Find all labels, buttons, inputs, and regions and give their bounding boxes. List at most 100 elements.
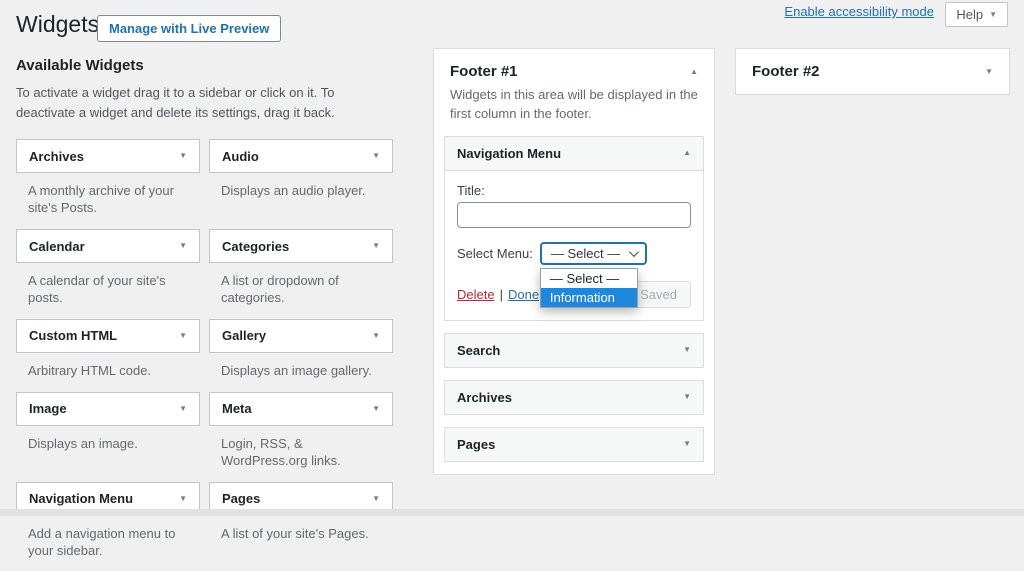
select-menu-wrapper: — Select — — Select — Information <box>540 242 647 265</box>
widget-card-label: Gallery <box>222 328 266 343</box>
widget-card-label: Calendar <box>29 239 85 254</box>
widget-card-meta[interactable]: Meta ▼ <box>209 392 393 426</box>
select-menu-dropdown[interactable]: — Select — <box>540 242 647 265</box>
widget-card-description: A monthly archive of your site's Posts. <box>28 183 188 217</box>
navigation-menu-widget-header[interactable]: Navigation Menu ▲ <box>445 137 703 170</box>
manage-live-preview-button[interactable]: Manage with Live Preview <box>97 15 281 42</box>
chevron-down-icon[interactable]: ▼ <box>179 495 187 503</box>
widget-card-gallery[interactable]: Gallery ▼ <box>209 319 393 353</box>
chevron-down-icon[interactable]: ▼ <box>372 405 380 413</box>
footer1-panel: Footer #1 ▲ Widgets in this area will be… <box>433 48 715 475</box>
chevron-down-icon[interactable]: ▼ <box>179 332 187 340</box>
available-widgets-grid: Archives ▼ A monthly archive of your sit… <box>16 139 394 571</box>
widget-card-audio[interactable]: Audio ▼ <box>209 139 393 173</box>
chevron-down-icon[interactable]: ▼ <box>179 152 187 160</box>
title-input[interactable] <box>457 202 691 228</box>
available-widget-pages: Pages ▼ A list of your site's Pages. <box>209 482 393 571</box>
page-title: Widgets <box>16 9 99 39</box>
footer2-header[interactable]: Footer #2 ▼ <box>736 49 1009 94</box>
available-widget-categories: Categories ▼ A list or dropdown of categ… <box>209 229 393 319</box>
footer1-widget-navigation-menu: Navigation Menu ▲ Title: Select Menu: — … <box>444 136 704 321</box>
widget-card-label: Pages <box>222 491 260 506</box>
available-widget-gallery: Gallery ▼ Displays an image gallery. <box>209 319 393 392</box>
available-widget-audio: Audio ▼ Displays an audio player. <box>209 139 393 229</box>
title-field-label: Title: <box>457 183 691 198</box>
select-menu-row: Select Menu: — Select — — Select — Infor… <box>457 242 691 265</box>
widget-card-label: Image <box>29 401 67 416</box>
available-widget-image: Image ▼ Displays an image. <box>16 392 200 482</box>
chevron-up-icon[interactable]: ▲ <box>683 149 691 157</box>
widget-card-label: Custom HTML <box>29 328 117 343</box>
widget-card-description: A list or dropdown of categories. <box>221 273 381 307</box>
widget-card-calendar[interactable]: Calendar ▼ <box>16 229 200 263</box>
search-widget-header[interactable]: Search ▼ <box>445 334 703 367</box>
footer1-header[interactable]: Footer #1 ▲ <box>434 49 714 86</box>
available-widget-meta: Meta ▼ Login, RSS, & WordPress.org links… <box>209 392 393 482</box>
widget-card-label: Archives <box>29 149 84 164</box>
footer1-title: Footer #1 <box>450 63 518 80</box>
widget-card-label: Navigation Menu <box>29 491 133 506</box>
widget-card-description: Add a navigation menu to your sidebar. <box>28 526 188 560</box>
chevron-down-icon[interactable]: ▼ <box>372 332 380 340</box>
footer2-panel: Footer #2 ▼ <box>735 48 1010 95</box>
widget-card-label: Audio <box>222 149 259 164</box>
chevron-down-icon[interactable]: ▼ <box>683 346 691 354</box>
chevron-down-icon[interactable]: ▼ <box>372 495 380 503</box>
select-menu-label: Select Menu: <box>457 246 533 261</box>
available-widget-calendar: Calendar ▼ A calendar of your site's pos… <box>16 229 200 319</box>
available-widgets-section: Available Widgets To activate a widget d… <box>16 57 394 571</box>
widget-card-label: Meta <box>222 401 252 416</box>
footer1-widget-list: Navigation Menu ▲ Title: Select Menu: — … <box>434 134 714 474</box>
footer1-widget-archives: Archives ▼ <box>444 380 704 415</box>
available-widgets-intro: To activate a widget drag it to a sideba… <box>16 83 394 123</box>
widget-card-label: Categories <box>222 239 289 254</box>
chevron-down-icon[interactable]: ▼ <box>179 405 187 413</box>
footer1-description: Widgets in this area will be displayed i… <box>434 86 714 124</box>
widget-card-description: A calendar of your site's posts. <box>28 273 188 307</box>
pages-widget-header[interactable]: Pages ▼ <box>445 428 703 461</box>
enable-accessibility-link[interactable]: Enable accessibility mode <box>784 4 934 19</box>
pages-widget-title: Pages <box>457 437 495 452</box>
delete-link[interactable]: Delete <box>457 287 495 302</box>
navigation-menu-widget-body: Title: Select Menu: — Select — — Select … <box>445 170 703 320</box>
available-widget-custom-html: Custom HTML ▼ Arbitrary HTML code. <box>16 319 200 392</box>
search-widget-title: Search <box>457 343 500 358</box>
footer2-title: Footer #2 <box>752 63 820 80</box>
available-widget-archives: Archives ▼ A monthly archive of your sit… <box>16 139 200 229</box>
help-button-label: Help <box>956 7 983 22</box>
widget-card-categories[interactable]: Categories ▼ <box>209 229 393 263</box>
navigation-menu-widget-title: Navigation Menu <box>457 146 561 161</box>
widget-card-custom-html[interactable]: Custom HTML ▼ <box>16 319 200 353</box>
widget-card-description: A list of your site's Pages. <box>221 526 381 543</box>
chevron-down-icon[interactable]: ▼ <box>372 152 380 160</box>
select-chevron-icon <box>629 247 639 257</box>
chevron-down-icon[interactable]: ▼ <box>179 242 187 250</box>
chevron-down-icon[interactable]: ▼ <box>683 393 691 401</box>
chevron-down-icon[interactable]: ▼ <box>372 242 380 250</box>
link-separator: | <box>500 287 503 302</box>
widget-card-description: Displays an image gallery. <box>221 363 381 380</box>
widget-card-description: Displays an audio player. <box>221 183 381 200</box>
widget-card-description: Login, RSS, & WordPress.org links. <box>221 436 381 470</box>
chevron-down-icon: ▼ <box>989 11 997 19</box>
select-menu-open-list: — Select — Information <box>540 268 638 308</box>
available-widgets-heading: Available Widgets <box>16 57 394 74</box>
chevron-down-icon[interactable]: ▼ <box>985 68 993 76</box>
widget-card-description: Arbitrary HTML code. <box>28 363 188 380</box>
done-link[interactable]: Done <box>508 287 539 302</box>
chevron-up-icon[interactable]: ▲ <box>690 68 698 76</box>
select-option-select[interactable]: — Select — <box>541 269 637 288</box>
available-widget-navigation-menu: Navigation Menu ▼ Add a navigation menu … <box>16 482 200 571</box>
help-button[interactable]: Help ▼ <box>945 2 1008 27</box>
widget-card-image[interactable]: Image ▼ <box>16 392 200 426</box>
select-option-information[interactable]: Information <box>541 288 637 307</box>
widget-card-description: Displays an image. <box>28 436 188 453</box>
archives-widget-title: Archives <box>457 390 512 405</box>
footer1-widget-pages: Pages ▼ <box>444 427 704 462</box>
archives-widget-header[interactable]: Archives ▼ <box>445 381 703 414</box>
footer1-widget-search: Search ▼ <box>444 333 704 368</box>
widget-card-archives[interactable]: Archives ▼ <box>16 139 200 173</box>
bottom-edge <box>0 509 1024 516</box>
chevron-down-icon[interactable]: ▼ <box>683 440 691 448</box>
select-menu-value: — Select — <box>551 246 620 261</box>
